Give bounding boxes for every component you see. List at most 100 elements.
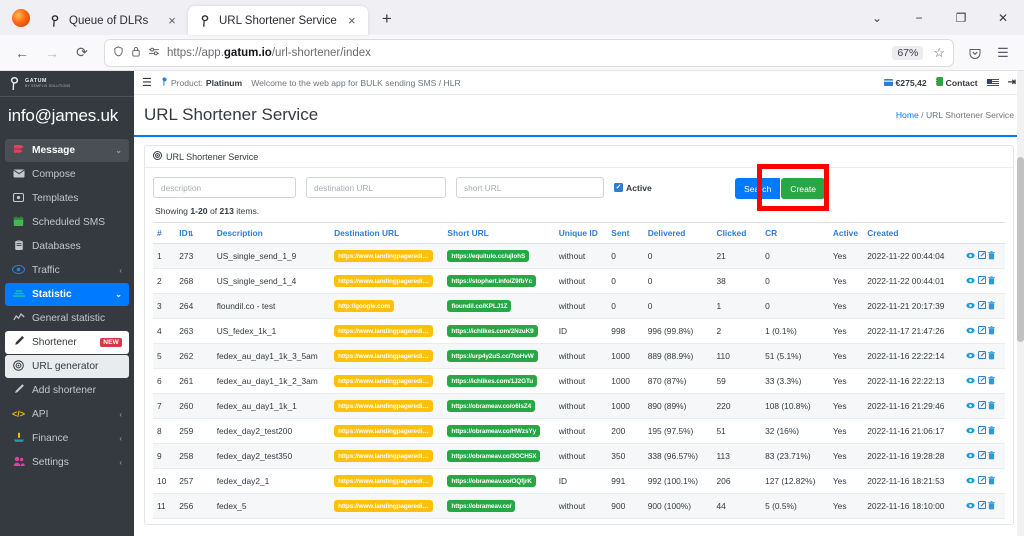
- delete-icon[interactable]: [988, 500, 996, 512]
- sidebar-item-statistic[interactable]: Statistic ⌄: [5, 283, 129, 306]
- forward-icon[interactable]: →: [38, 39, 66, 67]
- browser-tab-url-shortener-service[interactable]: URL Shortener Service ×: [188, 6, 368, 35]
- delete-icon[interactable]: [988, 425, 996, 437]
- edit-icon[interactable]: [977, 376, 986, 386]
- sidebar-item-compose[interactable]: Compose: [5, 163, 129, 186]
- destination-url-pill[interactable]: https://www.landingpageredi…: [334, 250, 433, 262]
- destination-url-pill[interactable]: http://google.com: [334, 300, 394, 312]
- short-url-pill[interactable]: https://ichlikes.com/1J2GTu: [447, 375, 538, 387]
- destination-url-pill[interactable]: https://www.landingpageredi…: [334, 375, 433, 387]
- window-close-button[interactable]: ✕: [982, 0, 1024, 35]
- column-header-delivered[interactable]: Delivered: [643, 222, 713, 244]
- permissions-icon[interactable]: [148, 46, 160, 60]
- pocket-icon[interactable]: [962, 40, 988, 66]
- sidebar-item-shortener[interactable]: Shortener NEW: [5, 331, 129, 354]
- short-url-pill[interactable]: https://ichlikes.com/2NzuK9: [447, 325, 538, 337]
- reload-icon[interactable]: ⟳: [68, 39, 96, 67]
- destination-url-pill[interactable]: https://www.landingpageredi…: [334, 400, 433, 412]
- short-url-pill[interactable]: https://obrameav.co/HWzsYy: [447, 425, 541, 437]
- short-url-pill[interactable]: https://equitulo.cc/ujIohS: [447, 250, 530, 262]
- column-header-clicked[interactable]: Clicked: [712, 222, 762, 244]
- destination-url-filter-input[interactable]: [306, 177, 446, 198]
- edit-icon[interactable]: [977, 276, 986, 286]
- table-row[interactable]: 4 263 US_fedex_1k_1 https://www.landingpage…: [153, 318, 1005, 344]
- destination-url-pill[interactable]: https://www.landingpageredi…: [334, 425, 433, 437]
- bookmark-star-icon[interactable]: ☆: [933, 45, 945, 61]
- destination-url-pill[interactable]: https://www.landingpageredi…: [334, 350, 433, 362]
- breadcrumb-home-link[interactable]: Home: [896, 110, 919, 120]
- brand-logo[interactable]: GATUM BY SEMPLIS SOLUTIONS: [0, 71, 134, 97]
- column-header-created[interactable]: Created: [863, 222, 963, 244]
- short-url-pill[interactable]: floundil.co/KPLJ1Z: [447, 300, 512, 312]
- table-row[interactable]: 11 256 fedex_5 https://www.landingpageredi……: [153, 493, 1005, 519]
- column-header-cr[interactable]: CR: [761, 222, 829, 244]
- browser-tab-queue-of-dlrs[interactable]: Queue of DLRs ×: [38, 6, 188, 35]
- active-filter-checkbox[interactable]: ✓ Active: [614, 183, 652, 193]
- column-header-active[interactable]: Active: [828, 222, 864, 244]
- sidebar-item-url-generator[interactable]: URL generator: [5, 355, 129, 378]
- view-icon[interactable]: [966, 302, 975, 311]
- window-minimize-button[interactable]: −: [898, 0, 940, 35]
- back-icon[interactable]: ←: [8, 39, 36, 67]
- column-header-unique-id[interactable]: Unique ID: [554, 222, 608, 244]
- delete-icon[interactable]: [988, 275, 996, 287]
- sidebar-item-templates[interactable]: Templates: [5, 187, 129, 210]
- column-header-id[interactable]: ID⇅: [175, 222, 213, 244]
- short-url-pill[interactable]: https://urp4y2uS.cc/7toHvW: [447, 350, 538, 362]
- table-row[interactable]: 1 273 US_single_send_1_9 https://www.landin…: [153, 243, 1005, 269]
- contact-link[interactable]: Contact: [935, 77, 978, 88]
- short-url-pill[interactable]: https://stophert.info/Z9fbYc: [447, 275, 537, 287]
- view-icon[interactable]: [966, 477, 975, 486]
- table-row[interactable]: 2 268 US_single_send_1_4 https://www.landin…: [153, 268, 1005, 294]
- view-icon[interactable]: [966, 277, 975, 286]
- column-header-description[interactable]: Description: [212, 222, 331, 244]
- menu-hamburger-icon[interactable]: ☰: [990, 40, 1016, 66]
- window-maximize-button[interactable]: ❐: [940, 0, 982, 35]
- view-icon[interactable]: [966, 352, 975, 361]
- sidebar-item-traffic[interactable]: Traffic ‹: [5, 259, 129, 282]
- delete-icon[interactable]: [988, 400, 996, 412]
- view-icon[interactable]: [966, 402, 975, 411]
- view-icon[interactable]: [966, 377, 975, 386]
- short-url-pill[interactable]: https://obrameav.co/OQfjrK: [447, 475, 536, 487]
- edit-icon[interactable]: [977, 301, 986, 311]
- view-icon[interactable]: [966, 452, 975, 461]
- column-header-short-url[interactable]: Short URL: [443, 222, 555, 244]
- table-row[interactable]: 6 261 fedex_au_day1_1k_2_3am https://www.la…: [153, 368, 1005, 394]
- destination-url-pill[interactable]: https://www.landingpageredi…: [334, 450, 433, 462]
- address-bar[interactable]: https://app.gatum.io/url-shortener/index…: [104, 38, 954, 67]
- short-url-filter-input[interactable]: [456, 177, 604, 198]
- sidebar-item-general-statistic[interactable]: General statistic: [5, 307, 129, 330]
- destination-url-pill[interactable]: https://www.landingpageredi…: [334, 500, 433, 512]
- description-filter-input[interactable]: [153, 177, 296, 198]
- sidebar-toggle-icon[interactable]: ☰: [142, 76, 152, 89]
- delete-icon[interactable]: [988, 300, 996, 312]
- delete-icon[interactable]: [988, 350, 996, 362]
- page-scrollbar-track[interactable]: [1017, 71, 1024, 536]
- edit-icon[interactable]: [977, 501, 986, 511]
- close-icon[interactable]: ×: [164, 13, 180, 29]
- delete-icon[interactable]: [988, 475, 996, 487]
- destination-url-pill[interactable]: https://www.landingpageredi…: [334, 325, 433, 337]
- view-icon[interactable]: [966, 327, 975, 336]
- table-row[interactable]: 9 258 fedex_day2_test350 https://www.landin…: [153, 443, 1005, 469]
- sidebar-item-api[interactable]: </> API ‹: [5, 403, 129, 426]
- table-row[interactable]: 7 260 fedex_au_day1_1k_1 https://www.landin…: [153, 393, 1005, 419]
- create-button[interactable]: Create: [781, 178, 826, 199]
- delete-icon[interactable]: [988, 375, 996, 387]
- logout-icon[interactable]: ⇥: [1008, 77, 1016, 88]
- sidebar-item-finance[interactable]: Finance ‹: [5, 427, 129, 450]
- close-icon[interactable]: ×: [344, 13, 360, 29]
- table-row[interactable]: 10 257 fedex_day2_1 https://www.landingpage…: [153, 468, 1005, 494]
- sidebar-item-settings[interactable]: Settings ‹: [5, 451, 129, 474]
- zoom-level-badge[interactable]: 67%: [892, 45, 924, 60]
- view-icon[interactable]: [966, 427, 975, 436]
- new-tab-button[interactable]: +: [374, 7, 400, 33]
- short-url-pill[interactable]: https://obrameav.co/3OCH5X: [447, 450, 541, 462]
- delete-icon[interactable]: [988, 450, 996, 462]
- sidebar-item-databases[interactable]: Databases: [5, 235, 129, 258]
- tab-list-chevron-down-icon[interactable]: ⌄: [856, 0, 898, 35]
- sidebar-item-message[interactable]: Message ⌄: [5, 139, 129, 162]
- delete-icon[interactable]: [988, 250, 996, 262]
- short-url-pill[interactable]: https://obrameav.co/o6IsZ4: [447, 400, 536, 412]
